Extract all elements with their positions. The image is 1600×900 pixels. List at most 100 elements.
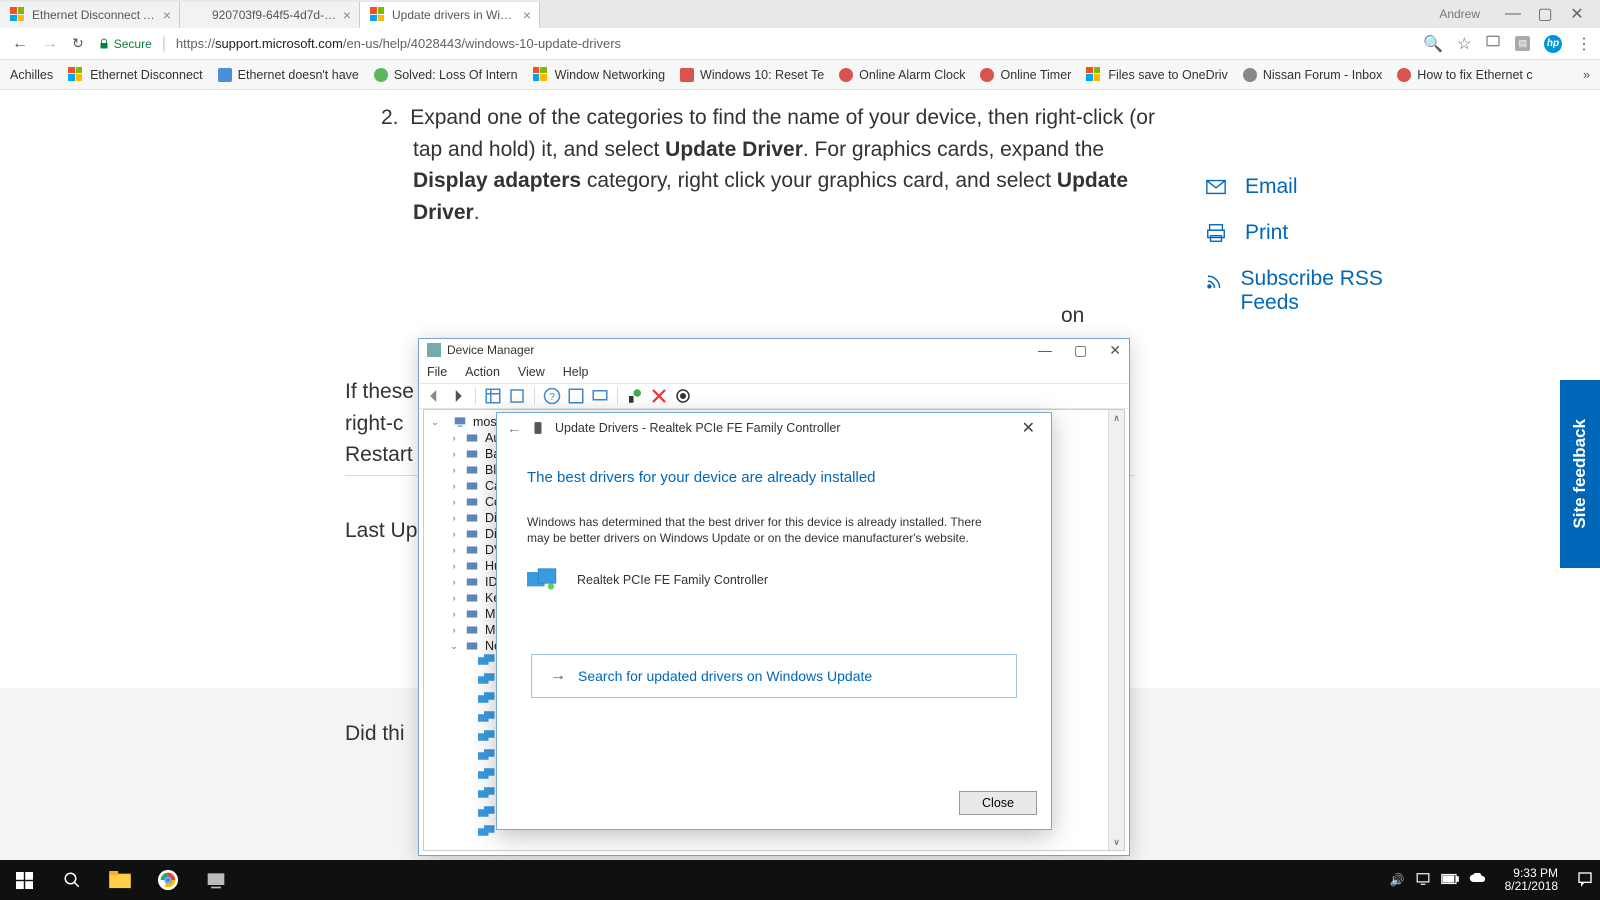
reload-button[interactable]: ↻: [72, 35, 84, 53]
network-adapter-icon[interactable]: [478, 692, 496, 706]
bookmark-item[interactable]: Ethernet Disconnect: [68, 67, 203, 83]
address-bar-actions: 🔍 ☆ ▤ hp ⋮: [1423, 33, 1592, 54]
upd-titlebar[interactable]: ← Update Drivers - Realtek PCIe FE Famil…: [497, 413, 1051, 443]
occluded-on-fragment: on: [1061, 300, 1084, 332]
email-link[interactable]: Email: [1205, 175, 1405, 199]
network-adapter-icon[interactable]: [478, 787, 496, 801]
network-adapter-icon[interactable]: [478, 749, 496, 763]
bookmark-item[interactable]: Solved: Loss Of Intern: [374, 68, 518, 82]
network-adapter-icon[interactable]: [478, 654, 496, 668]
close-tab-icon[interactable]: ×: [163, 7, 171, 23]
volume-icon[interactable]: 🔊: [1390, 873, 1405, 887]
bookmarks-overflow-icon[interactable]: »: [1583, 68, 1590, 82]
bookmark-item[interactable]: Ethernet doesn't have: [218, 68, 359, 82]
back-arrow-icon[interactable]: ←: [507, 420, 521, 436]
device-card-icon: [531, 419, 545, 437]
network-adapter-icon[interactable]: [478, 673, 496, 687]
scroll-down-icon[interactable]: ∨: [1109, 834, 1124, 850]
bookmark-item[interactable]: Online Timer: [980, 68, 1071, 82]
taskbar-app[interactable]: [192, 860, 240, 900]
rss-link[interactable]: Subscribe RSS Feeds: [1205, 267, 1405, 315]
upd-close-icon[interactable]: ✕: [1016, 418, 1041, 438]
computer-icon: [452, 415, 468, 429]
address-bar-row: ← → ↻ Secure | https://support.microsoft…: [0, 28, 1600, 60]
secure-indicator[interactable]: Secure: [98, 37, 152, 51]
start-button[interactable]: [0, 860, 48, 900]
scan-icon[interactable]: [591, 387, 609, 405]
site-feedback-tab[interactable]: Site feedback: [1560, 380, 1600, 568]
sidebar-actions: Email Print Subscribe RSS Feeds: [1205, 175, 1405, 337]
close-tab-icon[interactable]: ×: [343, 7, 351, 23]
scroll-up-icon[interactable]: ∧: [1109, 410, 1124, 426]
action-center-icon[interactable]: [1576, 871, 1594, 890]
close-tab-icon[interactable]: ×: [523, 7, 531, 23]
chrome-user-label[interactable]: Andrew: [1439, 7, 1480, 21]
network-adapter-icon[interactable]: [478, 768, 496, 782]
bookmark-item[interactable]: Online Alarm Clock: [839, 68, 965, 82]
help-icon[interactable]: ?: [543, 387, 561, 405]
dm-scrollbar[interactable]: ∧ ∨: [1108, 410, 1124, 850]
search-button[interactable]: [48, 860, 96, 900]
menu-file[interactable]: File: [427, 365, 447, 379]
tb-icon[interactable]: [484, 387, 502, 405]
onedrive-icon[interactable]: [1469, 873, 1487, 888]
menu-help[interactable]: Help: [563, 365, 589, 379]
dm-titlebar[interactable]: Device Manager — ▢ ✕: [419, 339, 1129, 361]
cast-icon[interactable]: [1485, 33, 1501, 54]
bookmark-item[interactable]: Files save to OneDriv: [1086, 67, 1227, 83]
hp-icon[interactable]: hp: [1544, 35, 1562, 53]
tb-icon[interactable]: [508, 387, 526, 405]
favicon-icon: [10, 7, 26, 23]
minimize-button[interactable]: —: [1506, 7, 1520, 21]
back-button[interactable]: ←: [12, 35, 28, 53]
did-this-help-fragment: Did thi: [345, 718, 405, 750]
tree-print-queues[interactable]: Print queues: [485, 849, 555, 851]
update-icon[interactable]: [674, 387, 692, 405]
network-adapter-icon[interactable]: [478, 711, 496, 725]
tab-title: Update drivers in Windo: [392, 8, 517, 22]
taskbar-file-explorer[interactable]: [96, 860, 144, 900]
url-text[interactable]: https://support.microsoft.com/en-us/help…: [176, 36, 621, 51]
browser-tab-1[interactable]: Ethernet Disconnect Afte ×: [0, 2, 180, 28]
bookmark-item[interactable]: Achilles: [10, 68, 53, 82]
disable-icon[interactable]: [650, 387, 668, 405]
windows-taskbar: 🔊 9:33 PM 8/21/2018: [0, 860, 1600, 900]
tb-icon[interactable]: [567, 387, 585, 405]
network-adapter-icon[interactable]: [478, 825, 496, 839]
dm-close-button[interactable]: ✕: [1109, 342, 1121, 359]
close-window-button[interactable]: ✕: [1570, 7, 1584, 21]
chrome-menu-icon[interactable]: ⋮: [1576, 34, 1592, 54]
display-icon[interactable]: [1415, 872, 1431, 889]
device-category-icon: [464, 431, 480, 445]
menu-action[interactable]: Action: [465, 365, 500, 379]
network-adapter-icon[interactable]: [478, 806, 496, 820]
browser-tab-2[interactable]: 920703f9-64f5-4d7d-b22 ×: [180, 2, 360, 28]
network-adapter-icon[interactable]: [478, 730, 496, 744]
dm-maximize-button[interactable]: ▢: [1074, 342, 1087, 359]
pdf-icon[interactable]: ▤: [1515, 36, 1530, 51]
menu-view[interactable]: View: [518, 365, 545, 379]
taskbar-chrome[interactable]: [144, 860, 192, 900]
print-link[interactable]: Print: [1205, 221, 1405, 245]
nav-back-icon[interactable]: [425, 387, 443, 405]
search-windows-update-button[interactable]: → Search for updated drivers on Windows …: [531, 654, 1017, 698]
bookmark-item[interactable]: Nissan Forum - Inbox: [1243, 68, 1382, 82]
upd-device-name: Realtek PCIe FE Family Controller: [577, 573, 768, 587]
secure-label: Secure: [114, 37, 152, 51]
taskbar-clock[interactable]: 9:33 PM 8/21/2018: [1499, 867, 1564, 893]
page-viewport: 2. Expand one of the categories to find …: [0, 90, 1600, 860]
upd-heading: The best drivers for your device are alr…: [527, 469, 1021, 486]
bookmark-item[interactable]: Window Networking: [533, 67, 665, 83]
browser-tab-3-active[interactable]: Update drivers in Windo ×: [360, 2, 540, 28]
forward-button[interactable]: →: [42, 35, 58, 53]
close-button[interactable]: Close: [959, 791, 1037, 815]
zoom-icon[interactable]: 🔍: [1423, 34, 1443, 54]
battery-icon[interactable]: [1441, 873, 1459, 888]
star-icon[interactable]: ☆: [1457, 34, 1471, 54]
nav-forward-icon[interactable]: [449, 387, 467, 405]
enable-icon[interactable]: [626, 387, 644, 405]
maximize-button[interactable]: ▢: [1538, 7, 1552, 21]
bookmark-item[interactable]: How to fix Ethernet c: [1397, 68, 1532, 82]
dm-minimize-button[interactable]: —: [1038, 342, 1052, 359]
bookmark-item[interactable]: Windows 10: Reset Te: [680, 68, 824, 82]
